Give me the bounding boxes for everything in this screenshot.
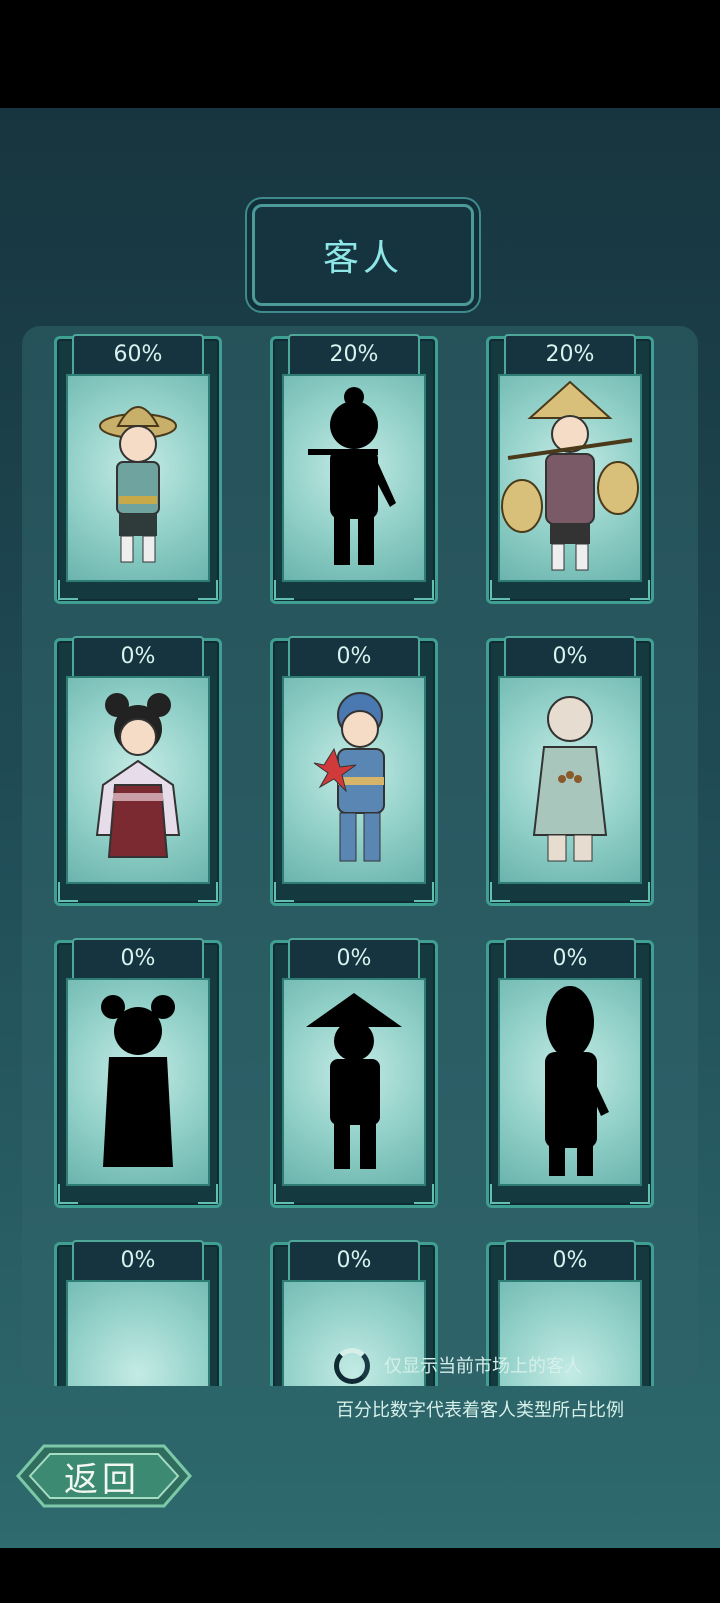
- card-portrait: [282, 676, 426, 884]
- boy-pinwheel-figure-icon: [313, 692, 385, 862]
- customer-card[interactable]: 20%: [486, 334, 654, 604]
- card-portrait: [66, 676, 210, 884]
- card-corner-ornament: [414, 882, 434, 902]
- card-corner-ornament: [198, 882, 218, 902]
- customers-screen: 客人 60% 20% 20% 0% 0% 0% 0% 0% 0% 0% 0% 0…: [0, 108, 720, 1548]
- locked-silhouette-icon: [101, 995, 175, 1167]
- card-corner-ornament: [58, 580, 78, 600]
- card-portrait: [282, 374, 426, 582]
- card-corner-ornament: [58, 882, 78, 902]
- card-percent: 0%: [72, 1240, 204, 1280]
- monk-figure-icon: [532, 696, 608, 862]
- card-percent: 0%: [288, 1240, 420, 1280]
- porter-figure-icon: [501, 380, 639, 571]
- card-corner-ornament: [198, 580, 218, 600]
- customer-card[interactable]: 0%: [54, 636, 222, 906]
- card-corner-ornament: [630, 580, 650, 600]
- back-button[interactable]: 返回: [14, 1442, 194, 1510]
- card-portrait: [498, 374, 642, 582]
- card-portrait: [66, 374, 210, 582]
- card-percent: 0%: [288, 636, 420, 676]
- card-corner-ornament: [274, 580, 294, 600]
- card-percent: 0%: [504, 1240, 636, 1280]
- page-title: 客人: [252, 204, 474, 306]
- percent-note: 百分比数字代表着客人类型所占比例: [336, 1400, 624, 1421]
- card-corner-ornament: [414, 580, 434, 600]
- card-portrait: [498, 676, 642, 884]
- customer-card[interactable]: 0%: [486, 636, 654, 906]
- card-portrait: [66, 978, 210, 1186]
- card-percent: 0%: [504, 636, 636, 676]
- customer-card[interactable]: 0%: [270, 938, 438, 1208]
- filter-toggle-label[interactable]: 仅显示当前市场上的客人: [384, 1352, 582, 1378]
- card-corner-ornament: [630, 1184, 650, 1204]
- card-corner-ornament: [630, 882, 650, 902]
- locked-silhouette-icon: [545, 986, 609, 1176]
- filter-toggle-icon[interactable]: [334, 1348, 370, 1384]
- card-percent: 60%: [72, 334, 204, 374]
- card-percent: 20%: [288, 334, 420, 374]
- card-corner-ornament: [490, 882, 510, 902]
- customer-card[interactable]: 0%: [54, 1240, 222, 1386]
- card-portrait: [498, 978, 642, 1186]
- customer-card[interactable]: 20%: [270, 334, 438, 604]
- customer-grid-panel[interactable]: 60% 20% 20% 0% 0% 0% 0% 0% 0% 0% 0% 0%: [22, 326, 698, 1386]
- girl-figure-icon: [95, 693, 181, 858]
- card-corner-ornament: [58, 1184, 78, 1204]
- page-title-text: 客人: [322, 238, 403, 279]
- customer-card[interactable]: 0%: [486, 938, 654, 1208]
- card-corner-ornament: [198, 1184, 218, 1204]
- card-percent: 0%: [288, 938, 420, 978]
- card-corner-ornament: [490, 580, 510, 600]
- customer-card[interactable]: 0%: [270, 636, 438, 906]
- farmer-figure-icon: [99, 406, 177, 563]
- back-button-label: 返回: [64, 1460, 140, 1500]
- customer-card[interactable]: 60%: [54, 334, 222, 604]
- card-corner-ornament: [414, 1184, 434, 1204]
- card-percent: 0%: [72, 938, 204, 978]
- card-portrait: [282, 978, 426, 1186]
- card-corner-ornament: [274, 1184, 294, 1204]
- card-percent: 0%: [504, 938, 636, 978]
- card-corner-ornament: [274, 882, 294, 902]
- locked-silhouette-icon: [308, 387, 396, 565]
- card-percent: 20%: [504, 334, 636, 374]
- customer-card[interactable]: 0%: [54, 938, 222, 1208]
- card-corner-ornament: [490, 1184, 510, 1204]
- card-portrait: [66, 1280, 210, 1386]
- locked-silhouette-icon: [306, 993, 402, 1169]
- card-percent: 0%: [72, 636, 204, 676]
